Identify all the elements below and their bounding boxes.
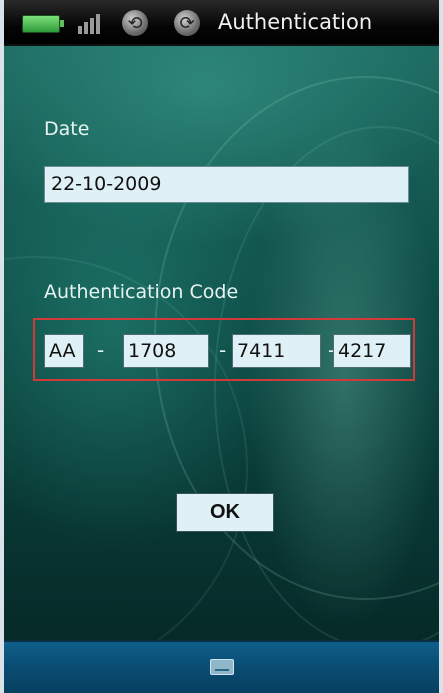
battery-icon xyxy=(22,15,64,33)
bottom-bar xyxy=(4,640,439,693)
screen: ⟲ ⟳ Authentication Date 22-10-2009 Authe… xyxy=(4,0,439,693)
authentication-code-label: Authentication Code xyxy=(44,281,239,303)
code-field-1[interactable]: 1708 xyxy=(123,334,209,368)
keyboard-icon[interactable] xyxy=(210,659,234,675)
authentication-code-group: AA - 1708 - 7411 - 4217 xyxy=(33,318,415,381)
date-input[interactable]: 22-10-2009 xyxy=(44,166,409,203)
window-title: Authentication xyxy=(218,10,373,34)
code-separator: - xyxy=(219,338,227,362)
title-bar: ⟲ ⟳ Authentication xyxy=(4,0,439,46)
ok-button[interactable]: OK xyxy=(176,493,274,532)
content-area: Date 22-10-2009 Authentication Code AA -… xyxy=(4,46,439,680)
date-label: Date xyxy=(44,118,90,140)
refresh-icon[interactable]: ⟳ xyxy=(174,10,200,36)
signal-icon xyxy=(78,12,104,34)
code-field-2[interactable]: 7411 xyxy=(232,334,321,368)
sync-icon[interactable]: ⟲ xyxy=(122,10,148,36)
code-separator: - xyxy=(97,338,105,362)
code-field-prefix[interactable]: AA xyxy=(44,334,84,368)
code-field-3[interactable]: 4217 xyxy=(333,334,411,368)
device-frame: ⟲ ⟳ Authentication Date 22-10-2009 Authe… xyxy=(0,0,443,693)
